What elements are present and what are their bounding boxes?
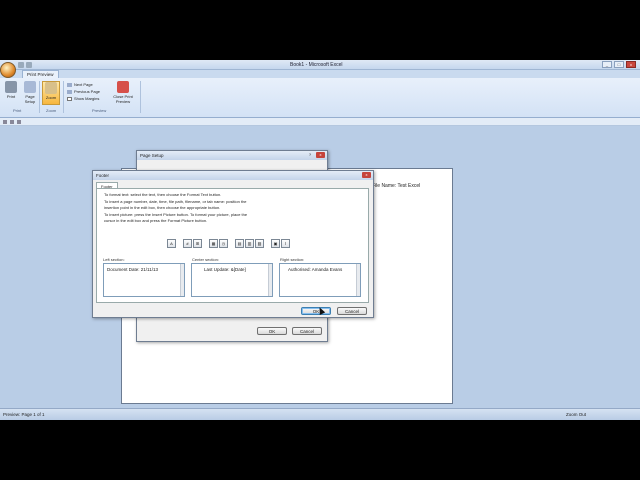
group-separator xyxy=(63,81,64,113)
footer-dialog: Footer x Footer To format text: select t… xyxy=(92,170,374,318)
close-preview-label: Close Print Preview xyxy=(113,94,133,104)
title-bar: Book1 - Microsoft Excel _ □ x xyxy=(0,60,640,70)
insert-picture-icon[interactable]: ▣ xyxy=(271,239,280,248)
quick-toolbar-strip xyxy=(0,118,640,126)
ribbon: Print Page Setup Zoom Next Page Previous… xyxy=(0,78,640,118)
close-window-button[interactable]: x xyxy=(626,61,636,68)
magnifier-icon xyxy=(45,82,57,94)
page-number-icon[interactable]: # xyxy=(183,239,192,248)
page-setup-cancel-button[interactable]: Cancel xyxy=(292,327,322,335)
tab-print-preview[interactable]: Print Preview xyxy=(22,70,59,78)
status-page-indicator: Preview: Page 1 of 1 xyxy=(3,412,45,417)
right-section-text: Authorised: Amanda Evans xyxy=(288,267,343,272)
center-section-label: Center section: xyxy=(192,257,219,262)
close-preview-icon xyxy=(117,81,129,93)
previous-page-icon xyxy=(67,89,72,94)
instruction-line: insertion point in the edit box, then ch… xyxy=(104,205,221,210)
left-section-input[interactable]: Document Date: 21/11/13 xyxy=(103,263,185,297)
footer-tab-body: To format text: select the text, then ch… xyxy=(96,188,369,303)
center-section-text: Last Update: &[Date] xyxy=(204,267,246,272)
group-label-preview: Preview xyxy=(92,108,107,113)
instruction-line: cursor in the edit box and press the For… xyxy=(104,218,208,223)
printer-icon xyxy=(5,81,17,93)
page-setup-button[interactable]: Page Setup xyxy=(21,81,39,104)
next-page-label: Next Page xyxy=(74,82,93,87)
next-page-icon xyxy=(67,82,72,87)
group-label-zoom: Zoom xyxy=(46,108,57,113)
left-section-label: Left section: xyxy=(103,257,125,262)
group-separator xyxy=(140,81,141,113)
center-section-input[interactable]: Last Update: &[Date] xyxy=(191,263,273,297)
footer-close-button[interactable]: x xyxy=(362,172,371,178)
right-section-label: Right section: xyxy=(280,257,305,262)
scrollbar[interactable] xyxy=(180,264,184,296)
ribbon-tab-row: Print Preview xyxy=(0,70,640,78)
footer-toolbar: A # ⊞ ▦ ◷ ▤ ▥ ▧ ▣ ⌇ xyxy=(167,239,290,248)
window-title: Book1 - Microsoft Excel xyxy=(290,62,343,68)
instruction-line: To insert picture: press the Insert Pict… xyxy=(104,212,248,217)
help-button[interactable]: ? xyxy=(306,152,314,158)
file-path-icon[interactable]: ▤ xyxy=(235,239,244,248)
page-setup-ok-button[interactable]: OK xyxy=(257,327,287,335)
instruction-line: To format text: select the text, then ch… xyxy=(104,192,222,197)
toolbar-gap xyxy=(203,239,208,248)
footer-title-bar: Footer x xyxy=(93,171,373,180)
checkbox-icon xyxy=(67,96,72,101)
previous-page-button[interactable]: Previous Page xyxy=(67,89,100,94)
save-icon[interactable] xyxy=(18,62,24,68)
scrollbar[interactable] xyxy=(268,264,272,296)
zoom-out-button[interactable]: Zoom Out xyxy=(566,412,586,417)
maximize-button[interactable]: □ xyxy=(614,61,624,68)
page-setup-icon xyxy=(24,81,36,93)
time-icon[interactable]: ◷ xyxy=(219,239,228,248)
page-setup-title: Page Setup xyxy=(140,153,164,158)
status-bar: Preview: Page 1 of 1 Zoom Out xyxy=(0,408,640,420)
instruction-line: To insert a page number, date, time, fil… xyxy=(104,199,247,204)
show-margins-checkbox[interactable]: Show Margins xyxy=(67,96,99,101)
office-button-icon[interactable] xyxy=(0,62,16,78)
minimize-button[interactable]: _ xyxy=(602,61,612,68)
toolbar-icon[interactable] xyxy=(3,120,7,124)
scrollbar[interactable] xyxy=(356,264,360,296)
date-icon[interactable]: ▦ xyxy=(209,239,218,248)
toolbar-icon[interactable] xyxy=(10,120,14,124)
toolbar-gap xyxy=(177,239,182,248)
number-of-pages-icon[interactable]: ⊞ xyxy=(193,239,202,248)
quick-access-toolbar xyxy=(18,62,32,68)
toolbar-gap xyxy=(265,239,270,248)
window-controls: _ □ x xyxy=(602,61,636,68)
sheet-name-icon[interactable]: ▧ xyxy=(255,239,264,248)
show-margins-label: Show Margins xyxy=(74,96,100,101)
right-section-input[interactable]: Authorised: Amanda Evans xyxy=(279,263,361,297)
format-picture-icon[interactable]: ⌇ xyxy=(281,239,290,248)
zoom-label: Zoom xyxy=(45,95,57,100)
close-print-preview-button[interactable]: Close Print Preview xyxy=(110,81,136,104)
toolbar-icon[interactable] xyxy=(17,120,21,124)
format-text-icon[interactable]: A xyxy=(167,239,176,248)
file-name-icon[interactable]: ▥ xyxy=(245,239,254,248)
excel-window: Book1 - Microsoft Excel _ □ x Print Prev… xyxy=(0,60,640,420)
toolbar-gap xyxy=(229,239,234,248)
page-setup-close-button[interactable]: x xyxy=(316,152,325,158)
left-section-text: Document Date: 21/11/13 xyxy=(107,267,158,272)
previous-page-label: Previous Page xyxy=(74,89,101,94)
footer-title: Footer xyxy=(96,173,110,178)
undo-icon[interactable] xyxy=(26,62,32,68)
group-separator xyxy=(39,81,40,113)
page-setup-title-bar: Page Setup ? x xyxy=(137,151,327,160)
footer-cancel-button[interactable]: Cancel xyxy=(337,307,367,315)
next-page-button[interactable]: Next Page xyxy=(67,82,93,87)
print-label: Print xyxy=(6,94,16,99)
page-header-text: File Name: Test Excel xyxy=(372,183,421,189)
print-button[interactable]: Print xyxy=(2,81,20,99)
group-label-print: Print xyxy=(13,108,22,113)
zoom-button[interactable]: Zoom xyxy=(42,81,60,105)
page-setup-label: Page Setup xyxy=(24,94,36,104)
